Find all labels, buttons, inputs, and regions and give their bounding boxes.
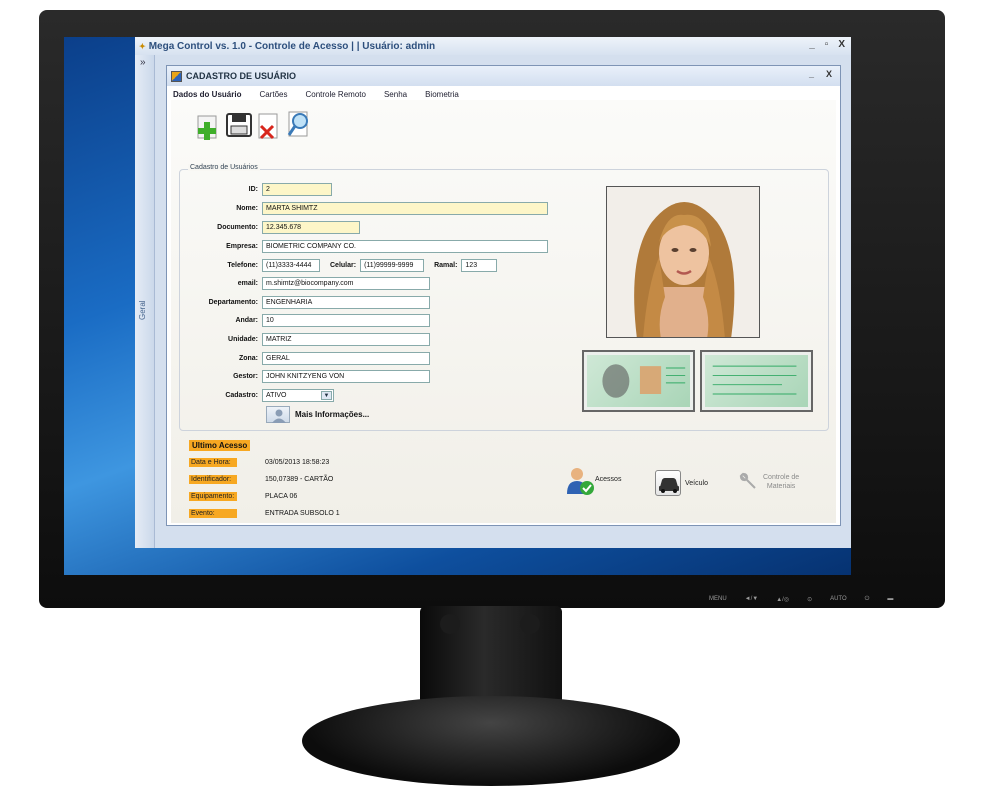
andar-label: Andar: [235,317,258,324]
last-access-title: Ultimo Acesso [189,440,251,451]
empresa-field[interactable]: BIOMETRIC COMPANY CO. [262,240,548,253]
unidade-label: Unidade: [228,336,258,343]
telefone-label: Telefone: [227,262,258,269]
access-date-value: 03/05/2013 18:58:23 [265,459,330,466]
save-icon[interactable] [225,108,253,140]
gestor-label: Gestor: [233,373,258,380]
monitor-left-button[interactable]: ◄/▼ [745,596,759,603]
access-identifier-value: 150,07389 - CARTÃO [265,476,334,483]
minimize-button[interactable]: _ [809,39,815,50]
sidebar-tab-geral[interactable]: Geral [138,300,147,320]
restore-button[interactable]: ▫ [825,39,829,50]
controle-materiais-label-line1: Controle de [763,474,800,481]
monitor-auto-button[interactable]: AUTO [830,596,847,603]
stand-screw [440,614,460,634]
controle-materiais-label: Controle de Materiais [763,473,799,491]
zona-label: Zona: [238,355,258,362]
ramal-field[interactable]: 123 [461,259,498,272]
access-event-label: Evento: [189,509,237,518]
child-minimize-button[interactable]: _ [809,69,814,79]
tab-content: Cadastro de Usuários ID: 2 Nome: MARTA S… [171,100,836,523]
access-equipment-label: Equipamento: [189,492,237,501]
registration-icon [171,70,182,82]
documento-label: Documento: [217,224,258,231]
app-window: ✦ Mega Control vs. 1.0 - Controle de Ace… [135,37,851,548]
departamento-field[interactable]: ENGENHARIA [262,296,430,309]
cadastro-selected-value: ATIVO [266,392,287,399]
monitor-controls: MENU ◄/▼ ▲/◎ ⊙ AUTO ⏻ ▬ [709,596,893,603]
toolbar [195,108,313,140]
access-date-label: Data e Hora: [189,458,237,467]
fieldset-legend: Cadastro de Usuários [188,164,260,171]
monitor-up-button[interactable]: ▲/◎ [776,596,789,603]
child-close-button[interactable]: X [826,69,832,79]
access-event-value: ENTRADA SUBSOLO 1 [265,510,340,517]
veiculo-label: Veículo [685,479,708,487]
chevron-down-icon[interactable]: ▼ [321,391,332,400]
cadastro-select[interactable]: ATIVO ▼ [262,389,334,402]
monitor-menu-button[interactable]: MENU [709,596,727,603]
stand-screw [520,614,540,634]
controle-materiais-label-line2: Materiais [766,483,796,490]
close-button[interactable]: X [838,39,845,50]
monitor-power-button[interactable]: ⏻ [865,596,870,603]
acessos-button[interactable]: Acessos [565,466,622,495]
app-titlebar: ✦ Mega Control vs. 1.0 - Controle de Ace… [135,37,851,55]
email-field[interactable]: m.shimtz@biocompany.com [262,277,430,290]
nome-label: Nome: [236,205,258,212]
unidade-field[interactable]: MATRIZ [262,333,430,346]
access-identifier-label: Identificador: [189,475,237,484]
nome-field[interactable]: MARTA SHIMTZ [262,202,548,215]
user-check-icon [565,466,594,495]
monitor-stand-base [302,696,680,786]
car-icon [655,470,681,496]
id-field[interactable]: 2 [262,183,332,196]
andar-field[interactable]: 10 [262,314,430,327]
sidebar-expand-button[interactable]: » [140,57,146,68]
user-registration-window: CADASTRO DE USUÁRIO _ X Dados do Usuário… [166,65,841,526]
cadastro-label: Cadastro: [225,392,258,399]
more-info-icon[interactable] [266,406,290,423]
add-icon[interactable] [195,108,223,140]
documento-field[interactable]: 12.345.678 [262,221,360,234]
search-icon[interactable] [285,108,313,140]
user-registration-fieldset: Cadastro de Usuários ID: 2 Nome: MARTA S… [179,164,829,431]
celular-field[interactable]: (11)99999-9999 [360,259,425,272]
child-titlebar: CADASTRO DE USUÁRIO _ X [167,66,840,86]
child-title: CADASTRO DE USUÁRIO [186,71,297,81]
monitor-input-button[interactable]: ⊙ [807,596,812,603]
delete-icon[interactable] [255,108,283,140]
empresa-label: Empresa: [226,243,258,250]
tools-icon [739,472,759,492]
ramal-label: Ramal: [434,262,458,269]
telefone-field[interactable]: (11)3333-4444 [262,259,320,272]
gestor-field[interactable]: JOHN KNITZYENG VON [262,370,430,383]
sidebar: » Geral [135,55,155,548]
monitor-led: ▬ [887,596,894,602]
more-info-link[interactable]: Mais Informações... [295,410,369,419]
email-label: email: [237,280,258,287]
controle-materiais-button[interactable]: Controle de Materiais [739,472,799,492]
celular-label: Celular: [330,262,357,269]
id-label: ID: [248,186,258,193]
zona-field[interactable]: GERAL [262,352,430,365]
user-photo [606,186,760,338]
last-access-panel: Ultimo Acesso Data e Hora: 03/05/2013 18… [179,438,829,520]
departamento-label: Departamento: [208,299,258,306]
id-document-front[interactable] [582,350,695,412]
veiculo-button[interactable]: Veículo [655,470,708,496]
id-document-back[interactable] [700,350,813,412]
app-title: Mega Control vs. 1.0 - Controle de Acess… [148,40,436,52]
app-icon: ✦ [139,41,146,51]
acessos-label: Acessos [595,475,622,483]
access-equipment-value: PLACA 06 [265,493,298,500]
